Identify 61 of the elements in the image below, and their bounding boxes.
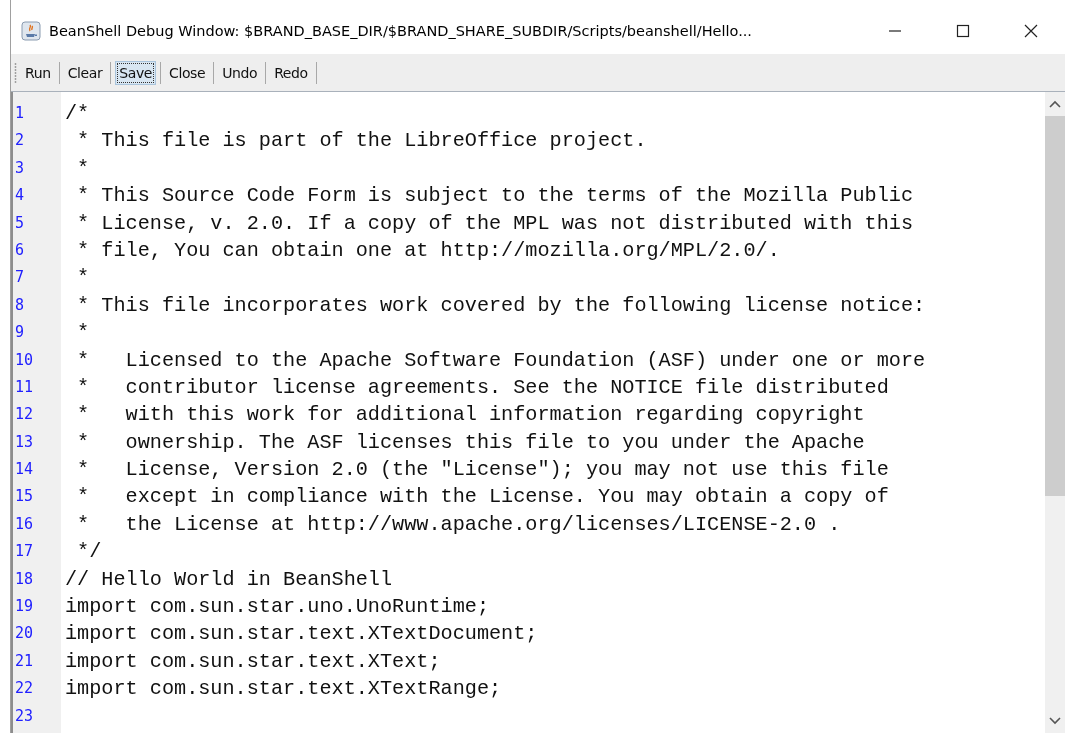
line-number: 1	[14, 103, 26, 124]
code-line: import com.sun.star.text.XTextDocument;	[65, 622, 538, 646]
grip-icon	[14, 62, 17, 83]
code-line: */	[76, 540, 102, 564]
line-number: 23	[14, 705, 35, 727]
coffee-cup-icon	[21, 21, 41, 41]
code-line: import com.sun.star.text.XText;	[65, 649, 441, 673]
line-number: 7	[14, 267, 26, 289]
line-number: 5	[14, 212, 26, 234]
code-line: // Hello World in BeanShell	[65, 567, 393, 591]
code-line: * Licensed to the Apache Software Foundation (ASF) under one or more	[76, 348, 926, 372]
code-line: * ownership. The ASF licenses this file to you under the Apache	[76, 430, 865, 454]
toolbar-button[interactable]: Run	[21, 60, 55, 85]
line-number: 21	[14, 650, 35, 672]
toolbar-button[interactable]: Redo	[270, 60, 312, 85]
maximize-icon[interactable]	[956, 24, 970, 38]
code-line: * the License at http://www.apache.org/licenses/LICENSE-2.0 .	[76, 512, 841, 536]
code-line: * contributor license agreements. See the NOTICE file distributed	[76, 375, 889, 399]
toolbar-button[interactable]: Close	[165, 60, 210, 85]
code-line: * License, Version 2.0 (the "License"); you may not use this file	[76, 458, 889, 482]
line-number: 10	[14, 349, 35, 371]
scroll-down-icon[interactable]	[1049, 717, 1061, 725]
line-number: 18	[14, 568, 35, 590]
scrollbar-thumb[interactable]	[1045, 116, 1065, 496]
line-number: 16	[14, 513, 35, 535]
line-number: 13	[14, 431, 35, 453]
toolbar-button[interactable]: Clear	[63, 60, 107, 85]
toolbar-button[interactable]: Save	[115, 60, 157, 85]
line-number: 3	[14, 157, 26, 179]
code-line: *	[76, 266, 90, 290]
scroll-up-icon[interactable]	[1049, 100, 1061, 108]
line-number: 12	[14, 404, 35, 426]
vertical-scrollbar[interactable]	[1045, 92, 1065, 733]
code-line: * except in compliance with the License. You may obtain a copy of	[76, 485, 889, 509]
close-icon[interactable]	[1024, 24, 1038, 38]
minimize-icon[interactable]	[888, 30, 902, 32]
code-line: * This file is part of the LibreOffice project.	[76, 129, 647, 153]
line-number: 4	[14, 185, 26, 207]
line-number: 2	[14, 130, 26, 152]
code-line: /*	[65, 102, 90, 125]
line-number: 17	[14, 541, 35, 563]
code-line: * with this work for additional information regarding copyright	[76, 403, 865, 427]
toolbar-button[interactable]: Undo	[218, 60, 262, 85]
code-line: import com.sun.star.uno.UnoRuntime;	[65, 595, 489, 619]
code-line: * This Source Code Form is subject to the terms of the Mozilla Public	[76, 184, 913, 208]
code-line: * file, You can obtain one at http://mozilla.org/MPL/2.0/.	[76, 238, 780, 262]
line-number: 19	[14, 596, 35, 618]
code-line: *	[76, 321, 90, 345]
code-line: * This file incorporates work covered by the following license notice:	[76, 293, 926, 317]
line-number: 9	[14, 322, 26, 344]
line-number: 14	[14, 459, 35, 481]
code-line: *	[76, 156, 90, 180]
line-number: 6	[14, 239, 26, 261]
line-number: 8	[14, 294, 26, 316]
line-number: 11	[14, 376, 35, 398]
code-line: import com.sun.star.text.XTextRange;	[65, 677, 502, 701]
line-number: 20	[14, 623, 35, 645]
line-number: 15	[14, 486, 35, 508]
line-number: 22	[14, 678, 35, 700]
code-line: * License, v. 2.0. If a copy of the MPL was not distributed with this	[76, 211, 913, 235]
window-title: BeanShell Debug Window: $BRAND_BASE_DIR/$BRAND_SHARE_SUBDIR/Scripts/beanshell/Hello...	[49, 23, 753, 39]
